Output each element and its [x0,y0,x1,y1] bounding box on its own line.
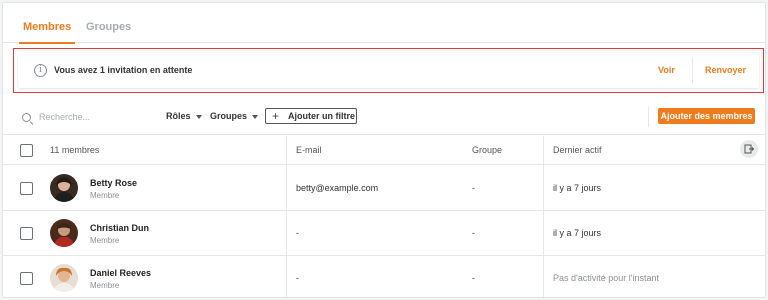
member-name: Christian Dun [90,223,150,233]
chevron-down-icon [195,114,202,119]
add-members-button[interactable]: Ajouter des membres [658,108,755,124]
member-group: - [472,273,475,283]
export-button[interactable] [740,140,758,158]
search-icon [22,113,31,122]
groups-dropdown[interactable]: Groupes [210,111,259,121]
tab-groups[interactable]: Groupes [86,3,131,43]
header-members-count: 11 membres [50,145,100,155]
chevron-down-icon [252,114,259,119]
export-icon [744,144,754,154]
member-email: betty@example.com [296,183,379,193]
member-role: Membre [90,191,120,200]
tab-bar: Membres Groupes [3,3,765,44]
avatar [50,219,78,247]
banner-card: i Vous avez 1 invitation en attente Voir… [18,53,759,88]
table-row[interactable]: Daniel Reeves Membre - - Pas d'activité … [3,256,765,297]
member-role: Membre [90,236,120,245]
members-panel: Membres Groupes i Vous avez 1 invitation… [2,2,766,298]
table-header: 11 membres E-mail Groupe Dernier actif [3,136,765,165]
tab-members[interactable]: Membres [18,3,76,44]
member-last-active: il y a 7 jours [553,228,602,238]
header-group: Groupe [472,145,503,155]
table-row[interactable]: Betty Rose Membre betty@example.com - il… [3,166,765,211]
member-email: - [296,273,299,283]
member-group: - [472,228,475,238]
member-name: Daniel Reeves [90,268,152,278]
view-invitation-link[interactable]: Voir [658,65,675,75]
banner-message: Vous avez 1 invitation en attente [54,65,193,75]
info-icon: i [34,64,47,77]
header-email: E-mail [296,145,322,155]
toolbar: Rôles Groupes + Ajouter un filtre Ajoute… [3,99,765,135]
member-last-active: il y a 7 jours [553,183,602,193]
select-all-checkbox[interactable] [20,144,33,157]
row-checkbox[interactable] [20,182,33,195]
groups-dropdown-label: Groupes [210,111,248,121]
member-group: - [472,183,475,193]
roles-dropdown-label: Rôles [166,111,191,121]
member-last-active: Pas d'activité pour l'instant [553,273,659,283]
resend-invitation-link[interactable]: Renvoyer [705,65,746,75]
row-checkbox[interactable] [20,227,33,240]
add-filter-label: Ajouter un filtre [288,111,355,121]
plus-icon: + [272,109,280,123]
table-row[interactable]: Christian Dun Membre - - il y a 7 jours [3,211,765,256]
member-name: Betty Rose [90,178,138,188]
add-filter-button[interactable]: + Ajouter un filtre [265,108,357,124]
avatar [50,264,78,292]
member-email: - [296,228,299,238]
member-role: Membre [90,281,120,290]
avatar [50,174,78,202]
pending-invitation-banner: i Vous avez 1 invitation en attente Voir… [13,48,764,93]
roles-dropdown[interactable]: Rôles [166,111,202,121]
banner-divider [692,58,693,83]
search-input[interactable] [39,108,149,126]
toolbar-divider [648,107,649,127]
header-last-active: Dernier actif [553,145,602,155]
row-checkbox[interactable] [20,272,33,285]
